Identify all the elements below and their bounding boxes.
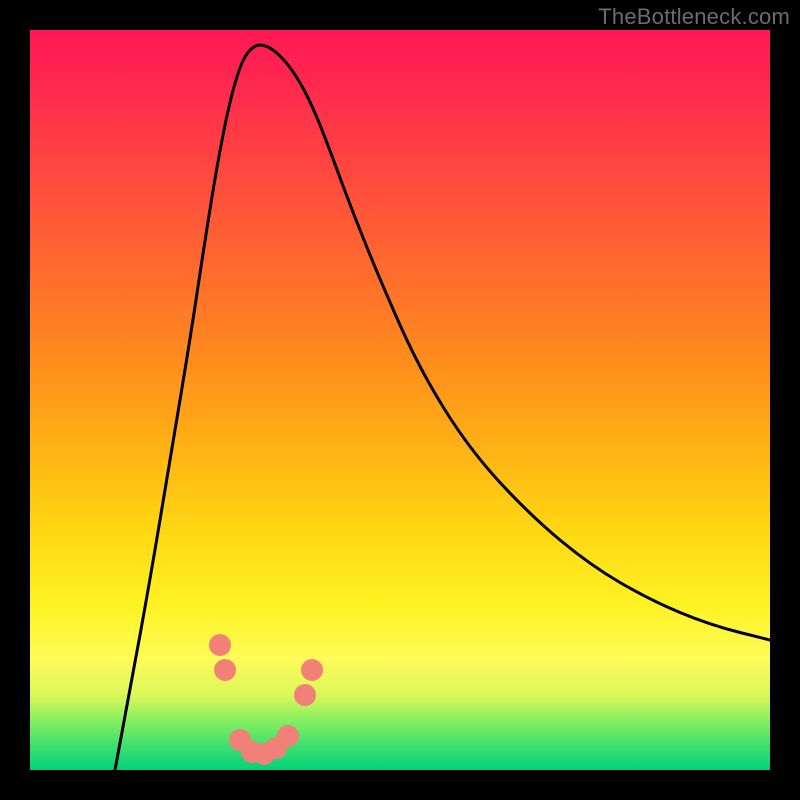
markers <box>209 634 323 765</box>
watermark-text: TheBottleneck.com <box>598 4 790 30</box>
marker-bottom-5 <box>277 725 299 747</box>
marker-left-2 <box>214 659 236 681</box>
chart-frame: TheBottleneck.com <box>0 0 800 800</box>
bottleneck-curve <box>115 45 770 770</box>
marker-right-2 <box>301 659 323 681</box>
marker-left-1 <box>209 634 231 656</box>
plot-area <box>30 30 770 770</box>
plot-svg <box>30 30 770 770</box>
marker-right-1 <box>294 684 316 706</box>
